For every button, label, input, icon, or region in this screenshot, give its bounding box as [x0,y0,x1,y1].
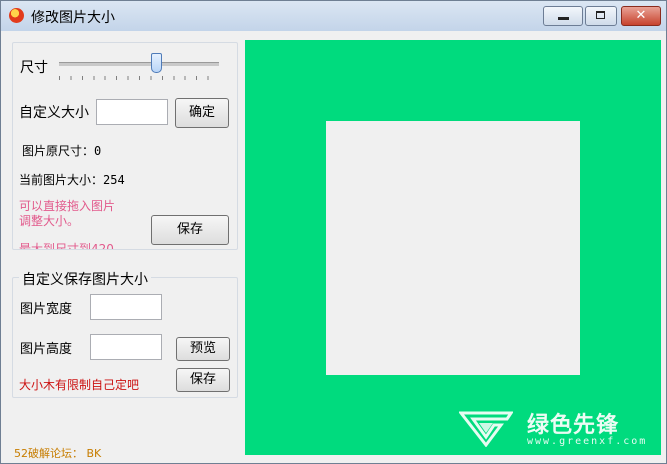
minimize-icon [558,17,569,20]
watermark-name: 绿色先锋 [527,413,620,438]
slider-track[interactable] [59,62,219,66]
app-window: 修改图片大小 ✕ 尺寸 自定义大小 确定 图片原尺寸：0 当前图片大小：254 … [0,0,667,464]
slider-ticks [59,76,219,80]
preview-image [326,121,580,375]
watermark-logo-icon [459,411,513,447]
custom-size-input[interactable] [96,99,168,125]
height-input[interactable] [90,334,162,360]
maximize-button[interactable] [585,6,617,26]
confirm-button[interactable]: 确定 [175,98,229,128]
hint-line-2: 调整大小。 [19,214,80,228]
image-preview[interactable] [245,40,661,455]
custom-size-label: 自定义大小 [19,105,89,121]
watermark-url: www.greenxf.com [527,436,648,447]
size-label: 尺寸 [20,60,48,76]
watermark: 绿色先锋 www.greenxf.com [459,407,659,453]
hint-line-3: 最大到尺寸到420 [19,242,114,249]
width-input[interactable] [90,294,162,320]
slider-thumb[interactable] [151,53,163,73]
maximize-icon [596,11,605,19]
hint-text-block: 可以直接拖入图片 调整大小。 最大到尺寸到420 [19,197,159,249]
window-title: 修改图片大小 [31,10,115,26]
custom-save-title: 自定义保存图片大小 [19,269,151,289]
width-label: 图片宽度 [20,302,73,317]
original-size-text: 图片原尺寸：0 [22,144,102,158]
title-bar[interactable]: 修改图片大小 ✕ [1,1,666,31]
app-icon [9,8,24,23]
current-size-text: 当前图片大小：254 [19,173,125,187]
size-slider[interactable] [51,49,231,83]
save-button[interactable]: 保存 [151,215,229,245]
custom-save-button[interactable]: 保存 [176,368,230,392]
forum-footer: 52破解论坛： BK [14,447,102,460]
minimize-button[interactable] [543,6,583,26]
close-icon: ✕ [635,8,647,23]
preview-button[interactable]: 预览 [176,337,230,361]
no-limit-note: 大小木有限制自己定吧 [19,378,140,392]
close-button[interactable]: ✕ [621,6,661,26]
height-label: 图片高度 [20,342,73,357]
